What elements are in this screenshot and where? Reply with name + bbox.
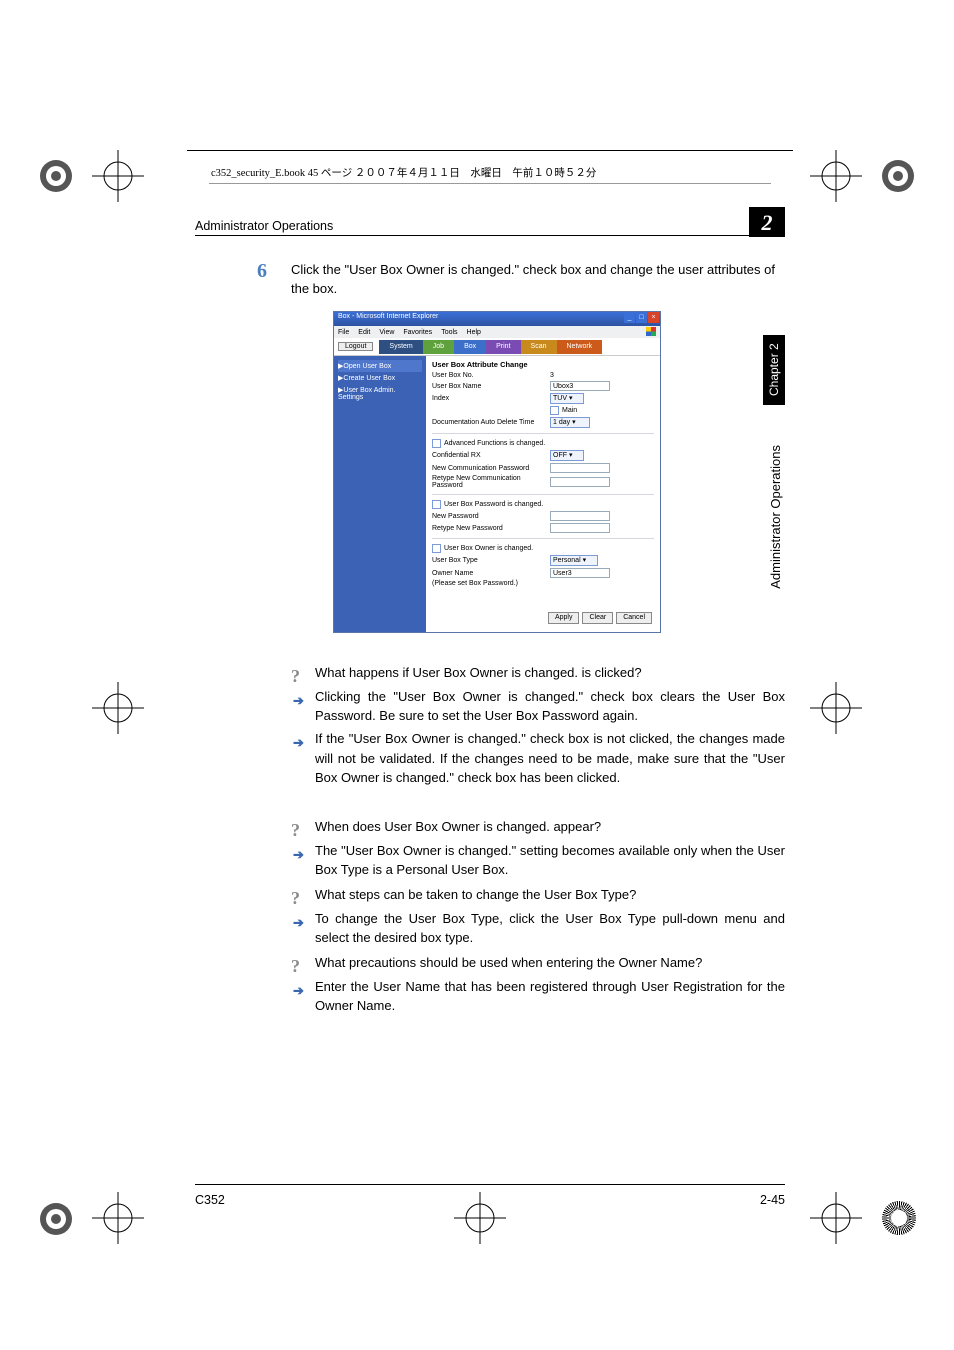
label-owner-hint: (Please set Box Password.) [432, 580, 550, 587]
tab-system[interactable]: System [379, 340, 422, 354]
label-box-type: User Box Type [432, 557, 550, 564]
book-header: c352_security_E.book 45 ページ ２００７年４月１１日 水… [211, 165, 596, 180]
label-box-name: User Box Name [432, 383, 550, 390]
menu-bar: File Edit View Favorites Tools Help [334, 326, 660, 338]
label-main: Main [562, 407, 577, 414]
sidebar-item-open-user-box[interactable]: ▶Open User Box [338, 360, 422, 372]
qa-block-1: ?What happens if User Box Owner is chang… [291, 663, 785, 730]
select-conf-rx[interactable]: OFF ▾ [550, 450, 584, 461]
checkbox-advanced[interactable] [432, 439, 441, 448]
window-titlebar: Box - Microsoft Internet Explorer _ □ × [334, 312, 660, 326]
select-box-type[interactable]: Personal ▾ [550, 555, 598, 566]
thumb-tab: Chapter 2 [763, 335, 785, 405]
running-header-text: Administrator Operations [195, 219, 333, 233]
step-text: Click the "User Box Owner is changed." c… [291, 261, 785, 299]
sidebar-item-user-box-admin[interactable]: ▶User Box Admin. Settings [338, 384, 422, 403]
qa-text: Clicking the "User Box Owner is changed.… [315, 689, 785, 724]
input-retype-comm-pw[interactable] [550, 477, 610, 487]
qa-block-2: ➔ If the "User Box Owner is changed." che… [291, 729, 785, 792]
menu-file[interactable]: File [338, 329, 349, 336]
chapter-chip: 2 [749, 207, 785, 237]
label-retype-pw: Retype New Password [432, 525, 550, 532]
label-new-comm-pw: New Communication Password [432, 465, 550, 472]
tab-scan[interactable]: Scan [521, 340, 557, 354]
qa-text: If the "User Box Owner is changed." chec… [315, 731, 785, 785]
qa-block-4: ?What steps can be taken to change the U… [291, 885, 785, 952]
sidebar-item-create-user-box[interactable]: ▶Create User Box [338, 372, 422, 384]
cancel-button[interactable]: Cancel [616, 612, 652, 624]
arrow-icon: ➔ [293, 733, 304, 753]
menu-view[interactable]: View [379, 329, 394, 336]
qa-text: The "User Box Owner is changed." setting… [315, 843, 785, 878]
label-retype-comm-pw: Retype New Communication Password [432, 475, 550, 489]
footer-rule [195, 1184, 785, 1185]
tab-job[interactable]: Job [423, 340, 454, 354]
apply-button[interactable]: Apply [548, 612, 580, 624]
qa-text: What precautions should be used when ent… [315, 955, 702, 970]
running-header: Administrator Operations 2 [195, 217, 785, 245]
sidebar: ▶Open User Box ▶Create User Box ▶User Bo… [334, 356, 426, 632]
input-new-pw[interactable] [550, 511, 610, 521]
label-owner-chk: User Box Owner is changed. [444, 545, 533, 552]
page-frame: c352_security_E.book 45 ページ ２００７年４月１１日 水… [195, 155, 785, 1215]
input-new-comm-pw[interactable] [550, 463, 610, 473]
label-advanced-chk: Advanced Functions is changed. [444, 440, 545, 447]
select-index[interactable]: TUV ▾ [550, 393, 584, 404]
footer-page: 2-45 [760, 1193, 785, 1207]
footer-model: C352 [195, 1193, 225, 1207]
checkbox-owner-changed[interactable] [432, 544, 441, 553]
qa-block-3: ?When does User Box Owner is changed. ap… [291, 817, 785, 884]
label-new-pw: New Password [432, 513, 550, 520]
menu-tools[interactable]: Tools [441, 329, 457, 336]
input-retype-pw[interactable] [550, 523, 610, 533]
arrow-icon: ➔ [293, 981, 304, 1001]
step-number: 6 [257, 260, 267, 283]
windows-flag-icon [646, 327, 656, 336]
qa-text: When does User Box Owner is changed. app… [315, 819, 601, 834]
tab-bar: Logout System Job Box Print Scan Network [334, 338, 660, 356]
label-index: Index [432, 395, 550, 402]
qa-text: What happens if User Box Owner is change… [315, 665, 642, 680]
menu-edit[interactable]: Edit [358, 329, 370, 336]
checkbox-main[interactable] [550, 406, 559, 415]
tab-network[interactable]: Network [557, 340, 603, 354]
arrow-icon: ➔ [293, 845, 304, 865]
side-caption: Administrator Operations [768, 445, 783, 589]
input-owner-name[interactable] [550, 568, 610, 578]
label-owner-name: Owner Name [432, 570, 550, 577]
value-box-no: 3 [550, 372, 554, 379]
main-panel: User Box Attribute Change User Box No.3 … [426, 356, 660, 632]
label-conf-rx: Confidential RX [432, 452, 550, 459]
menu-favorites[interactable]: Favorites [403, 329, 432, 336]
window-title: Box - Microsoft Internet Explorer [338, 313, 438, 320]
close-icon[interactable]: × [648, 312, 659, 323]
clear-button[interactable]: Clear [582, 612, 613, 624]
qa-block-5: ?What precautions should be used when en… [291, 953, 785, 1020]
label-password-chk: User Box Password is changed. [444, 501, 543, 508]
tab-print[interactable]: Print [486, 340, 520, 354]
checkbox-password-changed[interactable] [432, 500, 441, 509]
arrow-icon: ➔ [293, 913, 304, 933]
screenshot-window: Box - Microsoft Internet Explorer _ □ × … [333, 311, 661, 633]
input-box-name[interactable] [550, 381, 610, 391]
arrow-icon: ➔ [293, 691, 304, 711]
qa-text: What steps can be taken to change the Us… [315, 887, 636, 902]
select-auto-delete[interactable]: 1 day ▾ [550, 417, 590, 428]
panel-title: User Box Attribute Change [432, 360, 654, 369]
minimize-icon[interactable]: _ [624, 312, 635, 323]
qa-text: Enter the User Name that has been regist… [315, 979, 785, 1014]
menu-help[interactable]: Help [467, 329, 481, 336]
tab-box[interactable]: Box [454, 340, 486, 354]
maximize-icon[interactable]: □ [636, 312, 647, 323]
label-box-no: User Box No. [432, 372, 550, 379]
book-divider [187, 150, 793, 151]
qa-text: To change the User Box Type, click the U… [315, 911, 785, 946]
label-auto-delete: Documentation Auto Delete Time [432, 419, 550, 426]
logout-button[interactable]: Logout [338, 342, 373, 351]
